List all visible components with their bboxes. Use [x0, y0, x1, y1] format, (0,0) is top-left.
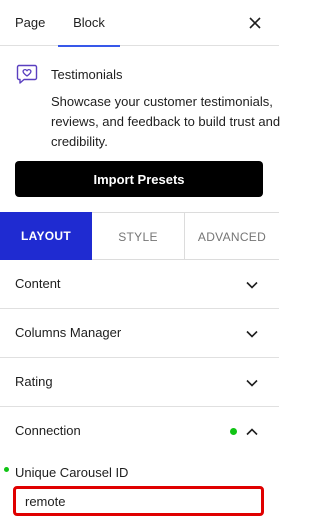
chevron-down-icon	[245, 278, 259, 292]
unique-carousel-id-label: Unique Carousel ID	[15, 465, 129, 480]
tab-block[interactable]: Block	[58, 0, 120, 47]
unique-carousel-id-input[interactable]	[13, 486, 264, 516]
sidebar-header: Page Block	[0, 0, 279, 47]
tab-layout[interactable]: LAYOUT	[0, 212, 92, 260]
heart-chat-icon	[15, 62, 39, 86]
field-modified-indicator	[4, 467, 9, 472]
block-description: Showcase your customer testimonials, rev…	[51, 94, 281, 149]
panel-columns-manager[interactable]: Columns Manager	[0, 309, 279, 358]
panel-connection[interactable]: Connection	[0, 407, 279, 456]
panel-rating[interactable]: Rating	[0, 358, 279, 407]
tab-style[interactable]: STYLE	[92, 212, 185, 260]
import-presets-button[interactable]: Import Presets	[15, 161, 263, 197]
block-title: Testimonials	[51, 67, 123, 82]
panel-label: Columns Manager	[15, 325, 122, 340]
close-icon[interactable]	[245, 13, 265, 33]
settings-mode-tabs: LAYOUT STYLE ADVANCED	[0, 212, 279, 260]
tab-advanced[interactable]: ADVANCED	[185, 212, 279, 260]
status-indicator	[230, 428, 237, 435]
panel-label: Rating	[15, 374, 53, 389]
chevron-up-icon	[245, 425, 259, 439]
panel-label: Connection	[15, 423, 81, 438]
panel-content[interactable]: Content	[0, 260, 279, 309]
panel-label: Content	[15, 276, 61, 291]
chevron-down-icon	[245, 376, 259, 390]
tab-page[interactable]: Page	[15, 0, 45, 46]
chevron-down-icon	[245, 327, 259, 341]
